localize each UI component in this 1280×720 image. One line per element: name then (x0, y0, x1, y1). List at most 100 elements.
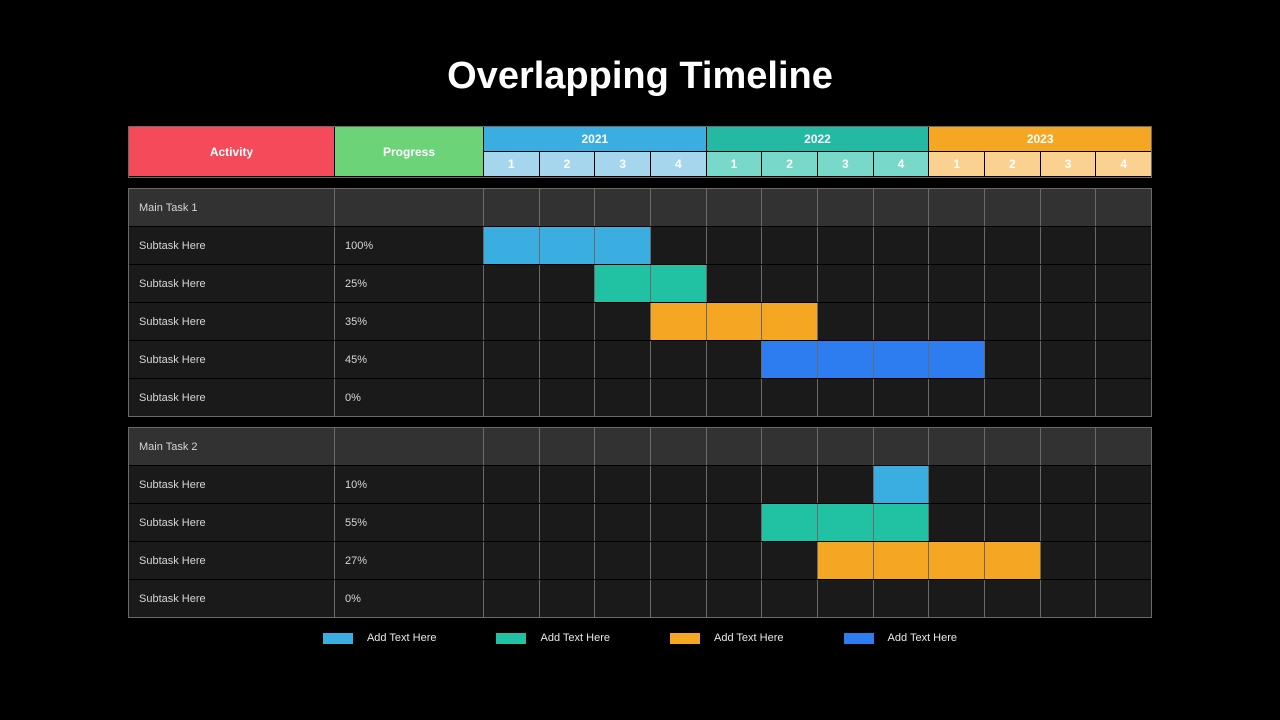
quarter-cell (874, 303, 929, 340)
main-task-row: Main Task 2 (129, 428, 1151, 465)
subtask-progress: 55% (335, 504, 483, 541)
quarter-cell (595, 379, 650, 416)
quarter-cell (1041, 466, 1096, 503)
quarter-cell (818, 580, 873, 617)
subtask-progress: 0% (335, 379, 483, 416)
quarter-cell (540, 542, 595, 579)
gantt-bar (985, 542, 1040, 579)
quarter-cell (1096, 428, 1151, 465)
quarter-cell (540, 303, 595, 340)
legend-swatch (496, 633, 526, 644)
subtask-label: Subtask Here (129, 580, 334, 617)
main-task-progress (335, 428, 483, 465)
quarter-cell (651, 542, 706, 579)
quarter-cell (1041, 580, 1096, 617)
subtask-progress: 27% (335, 542, 483, 579)
quarter-cell (595, 428, 650, 465)
legend-label: Add Text Here (888, 632, 958, 644)
header-q: 1 (707, 152, 762, 176)
quarter-cell (651, 265, 706, 302)
header-q: 4 (874, 152, 929, 176)
quarter-cell (484, 542, 539, 579)
quarter-cell (762, 428, 817, 465)
page-title: Overlapping Timeline (128, 55, 1152, 98)
quarter-cell (651, 227, 706, 264)
quarter-cell (1041, 504, 1096, 541)
quarter-cell (929, 341, 984, 378)
quarter-cell (874, 466, 929, 503)
gantt-section: Main Task 1Subtask Here100%Subtask Here2… (128, 188, 1152, 417)
quarter-cell (707, 542, 762, 579)
quarter-cell (985, 227, 1040, 264)
quarter-cell (929, 227, 984, 264)
gantt-bar (874, 542, 929, 579)
subtask-label: Subtask Here (129, 265, 334, 302)
quarter-cell (985, 303, 1040, 340)
quarter-cell (818, 542, 873, 579)
quarter-cell (540, 504, 595, 541)
quarter-cell (484, 189, 539, 226)
quarter-cell (595, 466, 650, 503)
quarter-cell (484, 265, 539, 302)
header-q: 3 (818, 152, 873, 176)
gantt-bar (874, 504, 929, 541)
quarter-cell (874, 189, 929, 226)
quarter-cell (1041, 265, 1096, 302)
legend-label: Add Text Here (540, 632, 610, 644)
subtask-progress: 0% (335, 580, 483, 617)
quarter-cell (929, 504, 984, 541)
quarter-cell (484, 504, 539, 541)
quarter-cell (651, 189, 706, 226)
subtask-row: Subtask Here25% (129, 265, 1151, 302)
quarter-cell (1041, 303, 1096, 340)
gantt-bar (874, 341, 929, 378)
subtask-progress: 10% (335, 466, 483, 503)
quarter-cell (1096, 265, 1151, 302)
quarter-cell (818, 227, 873, 264)
quarter-cell (1041, 341, 1096, 378)
subtask-label: Subtask Here (129, 379, 334, 416)
quarter-cell (762, 542, 817, 579)
quarter-cell (874, 580, 929, 617)
quarter-cell (1096, 580, 1151, 617)
subtask-row: Subtask Here35% (129, 303, 1151, 340)
main-task-progress (335, 189, 483, 226)
quarter-cell (595, 189, 650, 226)
quarter-cell (1096, 341, 1151, 378)
quarter-cell (651, 504, 706, 541)
gantt-bar (929, 542, 984, 579)
quarter-cell (874, 379, 929, 416)
quarter-cell (707, 189, 762, 226)
quarter-cell (1096, 227, 1151, 264)
header-q: 1 (484, 152, 539, 176)
subtask-label: Subtask Here (129, 303, 334, 340)
legend-item: Add Text Here (496, 632, 610, 644)
legend-swatch (844, 633, 874, 644)
quarter-cell (540, 341, 595, 378)
quarter-cell (484, 341, 539, 378)
quarter-cell (1096, 379, 1151, 416)
quarter-cell (540, 227, 595, 264)
quarter-cell (1096, 504, 1151, 541)
header-q: 2 (762, 152, 817, 176)
quarter-cell (651, 580, 706, 617)
quarter-cell (818, 379, 873, 416)
gantt-section: Main Task 2Subtask Here10%Subtask Here55… (128, 427, 1152, 618)
quarter-cell (707, 227, 762, 264)
quarter-cell (818, 341, 873, 378)
subtask-row: Subtask Here27% (129, 542, 1151, 579)
quarter-cell (762, 227, 817, 264)
quarter-cell (929, 379, 984, 416)
quarter-cell (874, 428, 929, 465)
header-q: 3 (595, 152, 650, 176)
subtask-progress: 35% (335, 303, 483, 340)
quarter-cell (651, 341, 706, 378)
quarter-cell (651, 466, 706, 503)
gantt-header: Activity Progress 2021 1 2 3 4 2022 1 2 (128, 126, 1152, 178)
quarter-cell (540, 428, 595, 465)
quarter-cell (707, 580, 762, 617)
quarter-cell (1041, 227, 1096, 264)
subtask-progress: 100% (335, 227, 483, 264)
quarter-cell (985, 504, 1040, 541)
quarter-cell (595, 504, 650, 541)
